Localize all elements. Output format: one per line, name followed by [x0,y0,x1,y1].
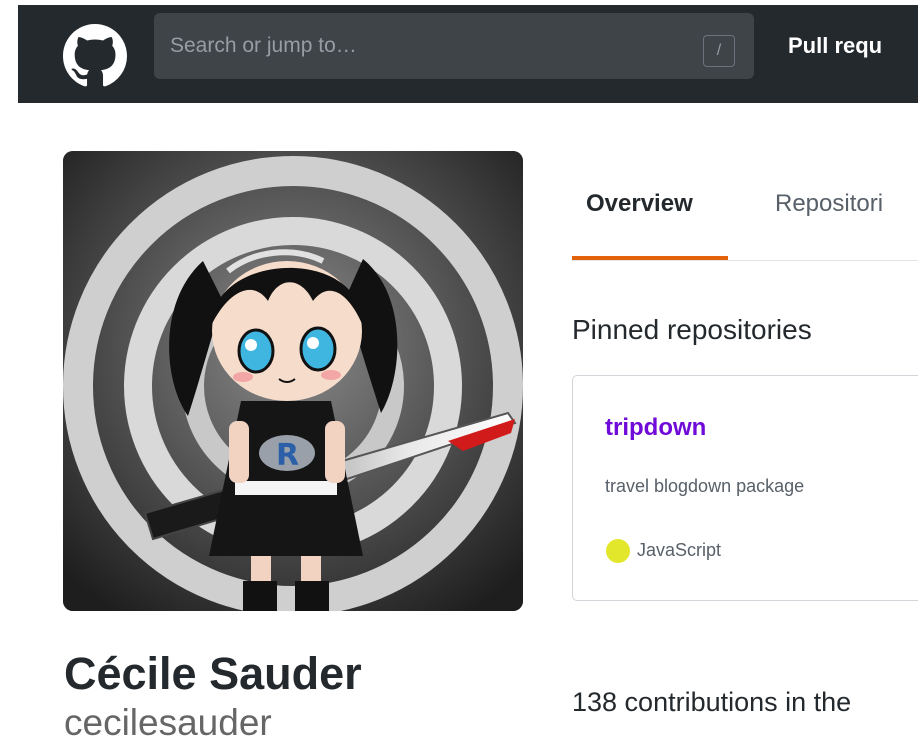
contributions-summary: 138 contributions in the [572,687,852,717]
pinned-repo-card: tripdown travel blogdown package JavaScr… [572,375,918,601]
selected-tab-indicator [572,256,728,260]
profile-tabs: Overview Repositori [572,152,918,261]
top-header: / Pull requ [18,5,918,103]
avatar-illustration: R [63,151,523,611]
profile-username: cecilesauder [64,702,272,743]
repo-name-link[interactable]: tripdown [605,414,706,442]
github-logo-icon[interactable] [63,24,127,88]
nav-pull-requests[interactable]: Pull requ [788,5,882,87]
tab-overview[interactable]: Overview [586,152,693,256]
svg-text:R: R [276,438,299,473]
repo-description: travel blogdown package [605,476,805,496]
search-input[interactable] [170,13,690,79]
repo-language: JavaScript [637,540,722,560]
search-shortcut-key: / [703,35,735,67]
language-color-dot [606,539,630,563]
tab-repositories[interactable]: Repositori [775,152,883,256]
search-box[interactable]: / [154,13,754,79]
pinned-repositories-heading: Pinned repositories [572,314,812,345]
profile-avatar[interactable]: R [63,151,523,611]
profile-full-name: Cécile Sauder [64,648,362,699]
